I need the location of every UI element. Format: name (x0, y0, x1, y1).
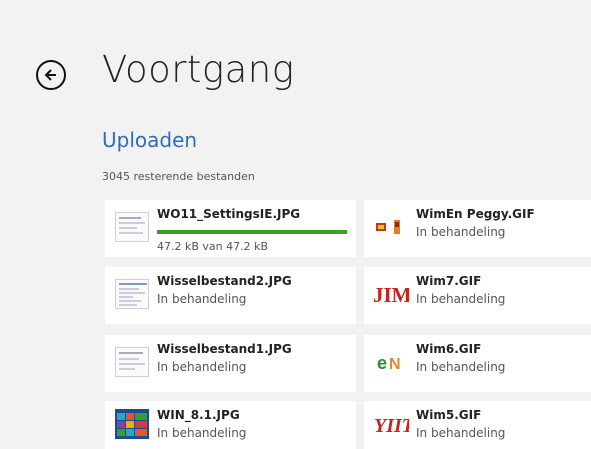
file-thumbnail: JIM (372, 277, 410, 311)
upload-tile-wim7[interactable]: JIM Wim7.GIF In behandeling (364, 267, 591, 324)
file-status: In behandeling (157, 426, 247, 440)
file-status: In behandeling (416, 360, 506, 374)
back-button[interactable] (36, 60, 66, 90)
file-status: In behandeling (416, 292, 506, 306)
svg-text:e: e (377, 353, 387, 373)
file-status: In behandeling (157, 292, 247, 306)
remaining-count: 3045 resterende bestanden (102, 170, 255, 183)
upload-tile-wim5[interactable]: YIIT Wim5.GIF In behandeling (364, 401, 591, 449)
file-name: WO11_SettingsIE.JPG (157, 207, 301, 221)
upload-tile-wim6[interactable]: e N Wim6.GIF In behandeling (364, 335, 591, 392)
svg-text:YIIT: YIIT (374, 415, 409, 436)
upload-tile-wisselbestand1[interactable]: Wisselbestand1.JPG In behandeling (105, 335, 356, 392)
file-name: Wim5.GIF (416, 408, 482, 422)
upload-progress-fill (157, 230, 347, 234)
section-title: Uploaden (102, 128, 198, 152)
upload-tile-wisselbestand2[interactable]: Wisselbestand2.JPG In behandeling (105, 267, 356, 324)
svg-text:N: N (389, 356, 401, 373)
file-thumbnail (113, 345, 151, 379)
file-name: WimEn Peggy.GIF (416, 207, 535, 221)
file-status: In behandeling (157, 360, 247, 374)
file-status: In behandeling (416, 225, 506, 239)
back-arrow-icon (44, 69, 56, 81)
file-thumbnail (372, 210, 410, 244)
file-thumbnail (113, 407, 151, 441)
file-name: Wisselbestand2.JPG (157, 274, 292, 288)
file-thumbnail (113, 277, 151, 311)
file-thumbnail: e N (372, 345, 410, 379)
page-title: Voortgang (102, 48, 295, 91)
file-status: In behandeling (416, 426, 506, 440)
upload-tile-wo11-settingsie[interactable]: WO11_SettingsIE.JPG 47.2 kB van 47.2 kB (105, 200, 356, 257)
file-name: Wim7.GIF (416, 274, 482, 288)
file-name: Wisselbestand1.JPG (157, 342, 292, 356)
file-name: WIN_8.1.JPG (157, 408, 240, 422)
file-name: Wim6.GIF (416, 342, 482, 356)
upload-size: 47.2 kB van 47.2 kB (157, 240, 269, 253)
upload-tile-win-8-1[interactable]: WIN_8.1.JPG In behandeling (105, 401, 356, 449)
upload-tile-wimen-peggy[interactable]: WimEn Peggy.GIF In behandeling (364, 200, 591, 257)
svg-text:JIM: JIM (373, 283, 409, 305)
file-thumbnail (113, 210, 151, 244)
upload-progress-bar (157, 230, 347, 234)
file-thumbnail: YIIT (372, 407, 410, 441)
